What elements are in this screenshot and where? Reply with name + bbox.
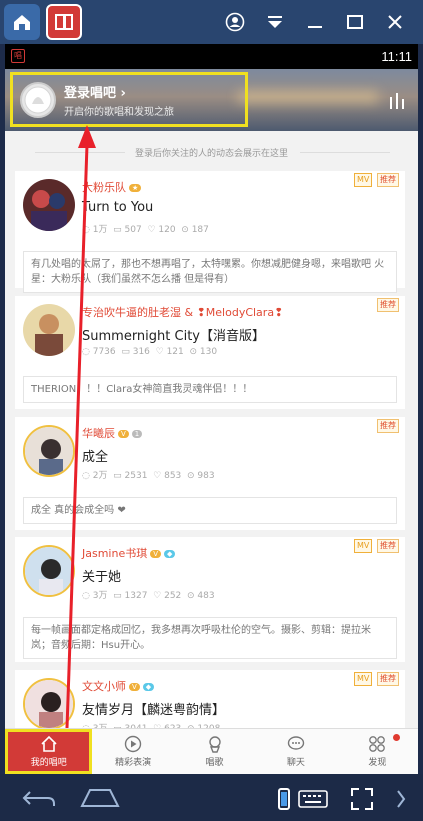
emulator-nav-bar <box>0 774 423 821</box>
mv-badge: MV <box>354 672 373 686</box>
nav-discover[interactable]: 发现 <box>337 729 418 774</box>
recommend-badge: 推荐 <box>377 173 399 187</box>
profile-header: 登录唱吧 › 开启你的歌唱和发现之旅 <box>5 69 418 131</box>
song-stats: ◌ 2万 ▭ 2531 ♡ 853 ⊙ 983 <box>82 471 215 481</box>
song-stats: ◌ 7736 ▭ 316 ♡ 121 ⊙ 130 <box>82 347 218 357</box>
nav-my-changba[interactable]: 我的唱吧 <box>5 729 93 774</box>
song-title[interactable]: 友情岁月【麟迷粤韵情】 <box>82 699 225 718</box>
status-clock: 11:11 <box>381 49 412 64</box>
close-icon[interactable] <box>384 11 406 33</box>
default-avatar <box>20 82 56 118</box>
minimize-icon[interactable] <box>304 11 326 33</box>
avatar[interactable] <box>23 545 75 597</box>
equalizer-icon[interactable] <box>388 91 406 109</box>
chat-bubble-icon <box>287 736 305 750</box>
emulator-home-tab[interactable] <box>4 4 40 40</box>
feed-card[interactable]: Jasmine书琪 V ◆ MV 推荐 关于她 ◌ 3万 ▭ 1327 ♡ 252 … <box>15 537 405 662</box>
avatar[interactable] <box>23 678 75 730</box>
recommend-badge: 推荐 <box>377 539 399 553</box>
avatar[interactable] <box>23 304 75 356</box>
emulator-app-tab[interactable] <box>46 4 82 40</box>
chevron-right-icon[interactable] <box>396 789 406 809</box>
comment-text: THERION！！！Clara女神简直我灵魂伴侣！！！ <box>23 376 397 403</box>
avatar[interactable] <box>23 425 75 477</box>
username: 文文小师 <box>82 680 126 693</box>
back-icon[interactable] <box>22 788 58 810</box>
feed-card[interactable]: 大粉乐队 ★ MV 推荐 Turn to You ◌ 1万 ▭ 507 ♡ 120… <box>15 171 405 293</box>
home-icon <box>41 735 57 752</box>
fullscreen-icon[interactable] <box>350 787 374 811</box>
nav-performances[interactable]: 精彩表演 <box>92 729 173 774</box>
house-icon <box>14 15 30 30</box>
song-title[interactable]: 关于她 <box>82 566 121 585</box>
username: 华曦辰 <box>82 427 115 440</box>
phone-screen: 唱 11:11 登录唱吧 › 开启你的歌唱和发现之旅 登录后你关注的人的动态会展… <box>5 44 418 774</box>
account-icon[interactable] <box>224 11 246 33</box>
login-prompt[interactable]: 登录唱吧 › 开启你的歌唱和发现之旅 <box>10 72 248 127</box>
username: 大粉乐队 <box>82 181 126 194</box>
recommend-badge: 推荐 <box>377 672 399 686</box>
feed-card[interactable]: 华曦辰 V 1 推荐 成全 ◌ 2万 ▭ 2531 ♡ 853 ⊙ 983 成全 真… <box>15 417 405 530</box>
mv-badge: MV <box>354 539 373 553</box>
user-placeholder-icon <box>24 86 52 114</box>
song-stats: ◌ 3万 ▭ 1327 ♡ 252 ⊙ 483 <box>82 591 215 601</box>
recommend-badge: 推荐 <box>377 298 399 312</box>
song-title[interactable]: Summernight City【消音版】 <box>82 325 265 344</box>
comment-text: 成全 真的会成全吗 ❤ <box>23 497 397 524</box>
microphone-icon <box>208 736 221 753</box>
nav-chat[interactable]: 聊天 <box>255 729 336 774</box>
comment-text: 有几处唱的太屌了，那也不想再唱了，太特嘿累。你想减肥健身嗯，来唱歌吧 火星：大粉… <box>23 251 397 293</box>
nav-sing[interactable]: 唱歌 <box>174 729 255 774</box>
emulator-toolbar <box>0 0 423 44</box>
feed-card[interactable]: 专治吹牛逼的肚老湿 & ❢MelodyClara❢ 推荐 Summernight… <box>15 296 405 409</box>
android-status-bar: 唱 11:11 <box>5 44 418 69</box>
dropdown-menu-icon[interactable] <box>264 11 286 33</box>
login-subtitle: 开启你的歌唱和发现之旅 <box>64 107 174 118</box>
login-title[interactable]: 登录唱吧 › <box>64 82 126 101</box>
notification-icon: 唱 <box>11 49 25 63</box>
portrait-icon[interactable] <box>278 788 290 810</box>
avatar[interactable] <box>23 179 75 231</box>
song-stats: ◌ 1万 ▭ 507 ♡ 120 ⊙ 187 <box>82 225 209 235</box>
username[interactable]: 专治吹牛逼的肚老湿 & ❢MelodyClara❢ <box>82 304 283 320</box>
bottom-navigation: 我的唱吧 精彩表演 唱歌 聊天 发现 <box>5 728 418 774</box>
changba-app-icon <box>55 14 73 30</box>
unread-dot <box>393 734 401 741</box>
login-hint: 登录后你关注的人的动态会展示在这里 <box>134 149 288 159</box>
song-title[interactable]: Turn to You <box>82 200 153 215</box>
recommend-badge: 推荐 <box>377 419 399 433</box>
play-circle-icon <box>124 735 142 753</box>
song-title[interactable]: 成全 <box>82 446 108 465</box>
maximize-icon[interactable] <box>344 11 366 33</box>
comment-text: 每一帧画面都定格成回忆，我多想再次呼吸杜伦的空气。摄影、剪辑：提拉米岚；音频后期… <box>23 617 397 659</box>
keyboard-icon[interactable] <box>298 790 328 808</box>
username: Jasmine书琪 <box>82 547 148 560</box>
discover-grid-icon <box>369 736 386 752</box>
home-button-icon[interactable] <box>80 786 120 810</box>
mv-badge: MV <box>354 173 373 187</box>
